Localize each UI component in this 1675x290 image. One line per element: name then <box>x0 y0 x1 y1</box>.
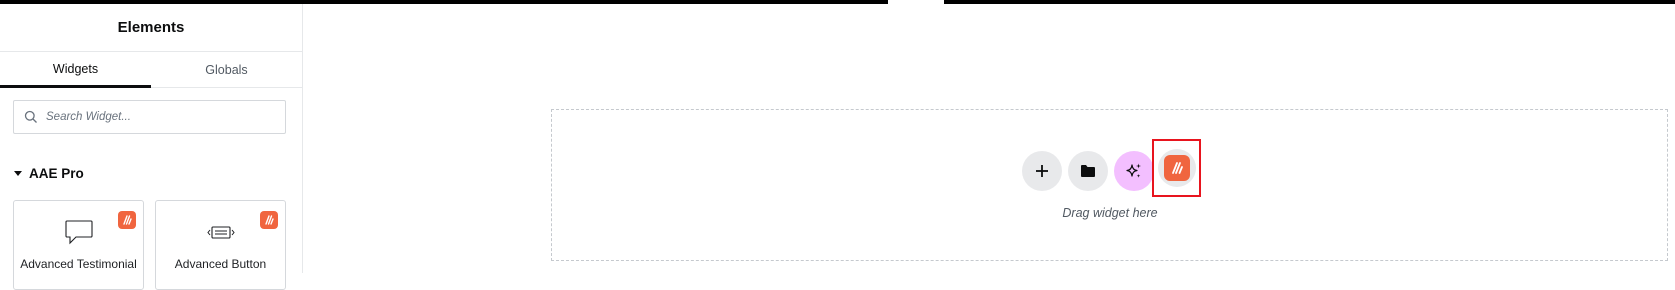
drop-hint: Drag widget here <box>1062 206 1158 220</box>
aae-templates-highlight <box>1152 139 1201 197</box>
widget-advanced-button[interactable]: Advanced Button <box>155 200 286 290</box>
aae-pro-badge-icon <box>118 211 136 229</box>
aae-logo-icon <box>1163 155 1190 181</box>
caret-down-icon <box>14 171 22 176</box>
category-label: AAE Pro <box>29 166 84 181</box>
plus-icon <box>1036 165 1048 177</box>
speech-bubble-icon <box>64 220 93 245</box>
panel-tabs: Widgets Globals <box>0 52 302 88</box>
panel-title: Elements <box>117 19 185 36</box>
add-section-button[interactable] <box>1022 151 1062 191</box>
add-template-button[interactable] <box>1068 151 1108 191</box>
sparkle-icon <box>1126 163 1141 178</box>
tab-widgets[interactable]: Widgets <box>0 52 151 88</box>
button-icon <box>206 226 235 239</box>
category-aae-pro[interactable]: AAE Pro <box>14 166 84 181</box>
widget-label: Advanced Button <box>174 257 267 271</box>
ai-generate-button[interactable] <box>1114 151 1154 191</box>
widget-advanced-testimonial[interactable]: Advanced Testimonial <box>13 200 144 290</box>
aae-pro-badge-icon <box>260 211 278 229</box>
search-icon <box>24 110 37 123</box>
aae-templates-button[interactable] <box>1157 149 1196 187</box>
folder-icon <box>1081 165 1095 177</box>
search-box <box>13 100 286 134</box>
add-actions <box>1022 151 1154 191</box>
search-input[interactable] <box>46 111 276 123</box>
widget-label: Advanced Testimonial <box>20 257 137 271</box>
top-bar-active-indicator <box>888 0 944 4</box>
panel-header: Elements <box>0 4 302 52</box>
tab-globals[interactable]: Globals <box>151 52 302 87</box>
